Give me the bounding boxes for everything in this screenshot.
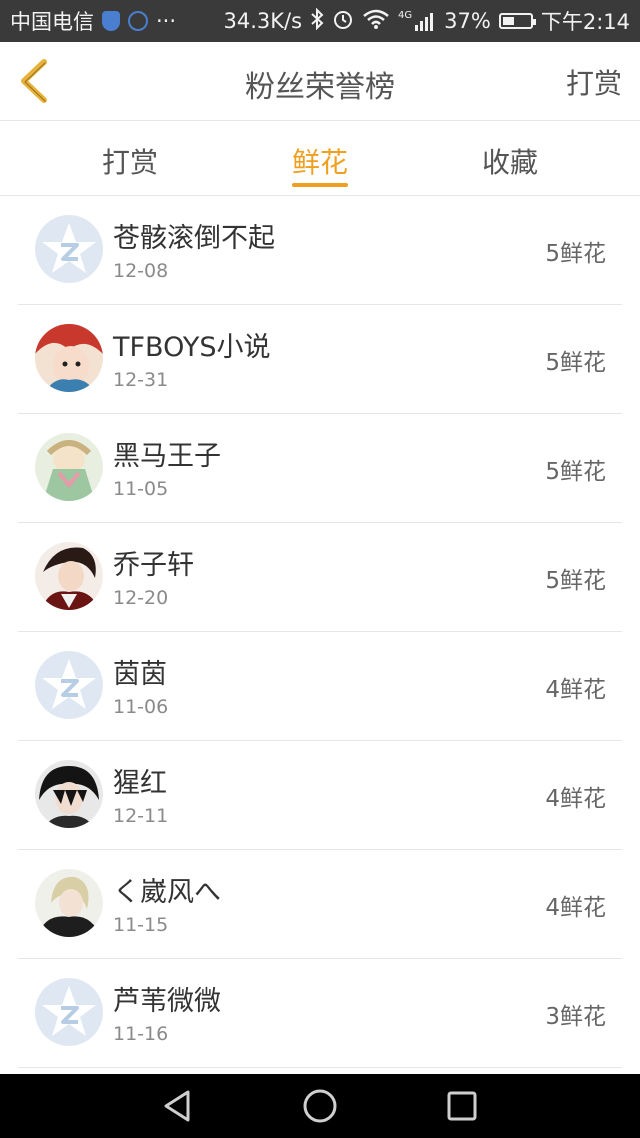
default-avatar-icon [35,651,103,719]
fan-amount: 4鲜花 [545,895,606,921]
default-avatar-icon [35,215,103,283]
fan-name: 黑马王子 [113,441,221,472]
default-avatar-icon [35,978,103,1046]
square-recent-icon [447,1091,477,1121]
fan-name: 芦苇微微 [113,986,221,1017]
tip-button[interactable]: 打赏 [566,62,622,102]
fan-name: TFBOYS小说 [113,332,271,363]
avatar [35,760,103,828]
fan-name: 猩红 [113,768,167,799]
clock: 下午2:14 [540,10,630,34]
signal-icon: 4G [398,11,436,31]
avatar [35,433,103,501]
avatar [35,324,103,392]
fan-amount: 3鲜花 [545,1004,606,1030]
fan-name: 乔子轩 [113,550,194,581]
list-item[interactable]: 黑马王子 11-05 5鲜花 [18,414,622,523]
fan-amount: 5鲜花 [545,241,606,267]
list-item[interactable]: 苍骸滚倒不起 12-08 5鲜花 [18,196,622,305]
fan-name: 茵茵 [113,659,167,690]
fan-date: 12-08 [113,260,169,282]
fan-amount: 5鲜花 [545,459,606,485]
fan-date: 11-15 [113,914,169,936]
battery-percent: 37% [444,9,491,33]
list-item[interactable]: 茵茵 11-06 4鲜花 [18,632,622,741]
fan-amount: 5鲜花 [545,350,606,376]
nav-back-button[interactable] [160,1088,196,1124]
alarm-icon [332,8,354,35]
fan-amount: 5鲜花 [545,568,606,594]
fan-date: 12-20 [113,587,169,609]
list-item[interactable]: TFBOYS小说 12-31 5鲜花 [18,305,622,414]
fan-date: 11-06 [113,696,169,718]
battery-icon [498,13,536,29]
carrier-label: 中国电信 [10,10,94,34]
circle-home-icon [303,1089,337,1123]
list-item[interactable]: 芦苇微微 11-16 3鲜花 [18,959,622,1068]
fan-date: 12-11 [113,805,169,827]
fan-date: 11-16 [113,1023,169,1045]
network-speed: 34.3K/s [223,9,303,33]
avatar [35,869,103,937]
tab-flowers[interactable]: 鲜花 [260,141,380,181]
wifi-icon [362,9,390,34]
nav-recent-button[interactable] [444,1088,480,1124]
fan-amount: 4鲜花 [545,677,606,703]
nav-home-button[interactable] [302,1088,338,1124]
tab-bar: 打赏 鲜花 收藏 [0,121,640,196]
tab-favorites[interactable]: 收藏 [450,141,570,181]
fan-amount: 4鲜花 [545,786,606,812]
page-title: 粉丝荣誉榜 [245,70,395,105]
triangle-back-icon [164,1090,190,1122]
system-nav-bar [0,1074,640,1138]
list-item[interactable]: く崴风へ 11-15 4鲜花 [18,850,622,959]
active-tab-indicator [292,183,348,187]
notification-icon [128,11,148,31]
list-item[interactable]: 猩红 12-11 4鲜花 [18,741,622,850]
fan-name: 苍骸滚倒不起 [113,223,275,254]
bluetooth-icon [310,7,324,35]
network-type: 4G [398,10,413,21]
tab-tips[interactable]: 打赏 [70,141,190,181]
avatar [35,542,103,610]
status-bar: 中国电信 ··· 34.3K/s 4G 37% 下午2:14 [0,0,640,42]
fan-date: 11-05 [113,478,169,500]
more-notifications: ··· [156,9,177,33]
shield-icon [102,11,120,31]
fan-list: 苍骸滚倒不起 12-08 5鲜花 TFBOYS小说 12-31 5鲜花 黑马王子… [0,196,640,1068]
app-header: 粉丝荣誉榜 打赏 [0,42,640,121]
fan-name: く崴风へ [113,877,221,908]
list-item[interactable]: 乔子轩 12-20 5鲜花 [18,523,622,632]
fan-date: 12-31 [113,369,169,391]
